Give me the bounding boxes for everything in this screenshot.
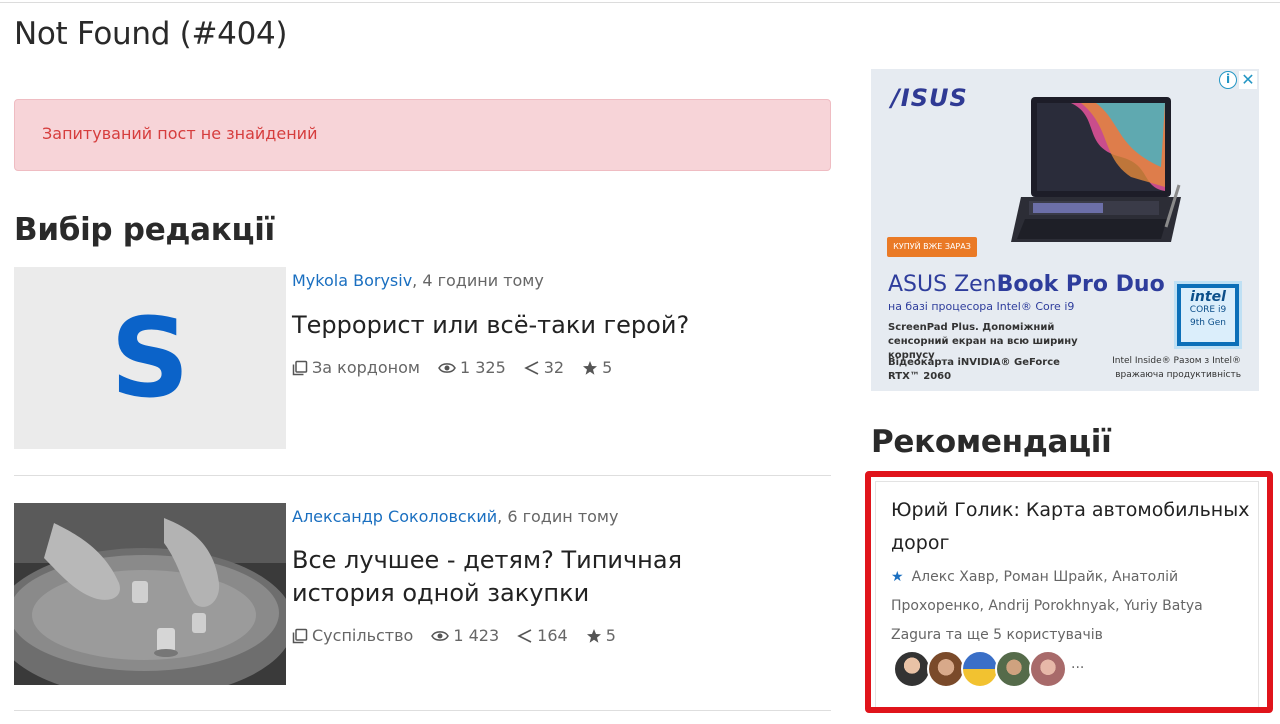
article-thumbnail[interactable] [14,503,286,685]
article-meta: Mykola Borysiv, 4 години тому [292,271,544,290]
views-stat: 1 325 [438,358,506,377]
error-alert: Запитуваний пост не знайдений [14,99,831,171]
article-time: , 6 годин тому [497,507,619,526]
laptop-image [1011,97,1181,242]
avatar[interactable] [893,650,931,688]
more-avatars[interactable]: ... [1071,656,1084,672]
intel-badge: intel CORE i9 9th Gen [1174,281,1242,349]
article-stats: За кордоном 1 325 32 5 [292,358,612,377]
shares-stat: 164 [517,626,568,645]
category-icon [292,628,308,643]
views-stat: 1 423 [431,626,499,645]
article-time: , 4 години тому [412,271,544,290]
recommendation-headline[interactable]: Юрий Голик: Карта автомобильных дорог [891,494,1251,560]
stars-stat: 5 [582,358,612,377]
stars-stat: 5 [586,626,616,645]
category-label: За кордоном [312,358,420,377]
ad-product-light: ASUS Zen [888,272,997,297]
article-stats: Суспільство 1 423 164 5 [292,626,616,645]
eye-icon [438,362,456,373]
eye-icon [431,630,450,641]
hands-photo [14,503,286,685]
article-thumbnail[interactable]: S [14,267,286,449]
top-border [0,2,1280,3]
article-meta: Александр Соколовский, 6 годин тому [292,507,618,526]
advertisement-banner[interactable]: i ✕ /ISUS КУПУЙ ВЖЕ ЗАРАЗ ASUS ZenBook P… [871,69,1259,391]
author-link[interactable]: Александр Соколовский [292,507,497,526]
intel-badge-inner: intel CORE i9 9th Gen [1181,288,1235,342]
shares-stat: 32 [523,358,565,377]
intel-gen: 9th Gen [1189,318,1227,328]
avatar-list [893,650,1067,688]
editors-choice-title: Вибір редакції [14,212,275,248]
category-icon [292,360,308,375]
error-alert-text: Запитуваний пост не знайдений [42,124,318,143]
divider [14,710,831,711]
avatar[interactable] [961,650,999,688]
avatar[interactable] [1029,650,1067,688]
avatar[interactable] [927,650,965,688]
star-icon [583,360,598,375]
author-link[interactable]: Mykola Borysiv [292,271,412,290]
article-headline[interactable]: Все лучшее - детям? Типичная история одн… [292,544,792,610]
ad-product-bold: Book Pro Duo [996,272,1165,297]
divider [14,475,831,476]
ad-buy-button[interactable]: КУПУЙ ВЖЕ ЗАРАЗ [887,237,977,257]
ad-product-name: ASUS ZenBook Pro Duo [888,272,1165,297]
share-icon [517,628,532,643]
recommendations-title: Рекомендації [871,424,1112,460]
ad-processor: на базі процесора Intel® Core i9 [888,300,1075,313]
intel-note: Intel Inside® Разом з Intel® вражаюча пр… [1112,356,1241,380]
shares-count: 32 [543,358,565,377]
page-title: Not Found (#404) [14,16,288,52]
views-count: 1 423 [453,626,500,645]
ad-info-icon[interactable]: i [1219,71,1237,89]
stars-count: 5 [602,358,613,377]
stars-count: 5 [605,626,616,645]
intel-core: CORE i9 [1189,305,1227,315]
star-icon [586,628,601,643]
category-stat[interactable]: За кордоном [292,358,420,377]
ad-brand-logo: /ISUS [891,84,968,112]
site-logo-s: S [110,294,190,422]
ad-description-gpu: Відеокарта iNVIDIA® GeForce RTX™ 2060 [888,357,1060,382]
star-icon: ★ [891,569,904,585]
category-stat[interactable]: Суспільство [292,626,413,645]
shares-count: 164 [537,626,568,645]
recommended-by-users: Алекс Хавр, Роман Шрайк, Анатолій Прохор… [891,569,1203,643]
category-label: Суспільство [312,626,414,645]
views-count: 1 325 [459,358,506,377]
article-headline[interactable]: Террорист или всё-таки герой? [292,309,792,342]
recommendation-users: ★ Алекс Хавр, Роман Шрайк, Анатолій Прохо… [891,563,1251,650]
ad-close-icon[interactable]: ✕ [1239,71,1257,89]
avatar[interactable] [995,650,1033,688]
share-icon [523,360,539,375]
intel-logo: intel [1190,289,1226,305]
